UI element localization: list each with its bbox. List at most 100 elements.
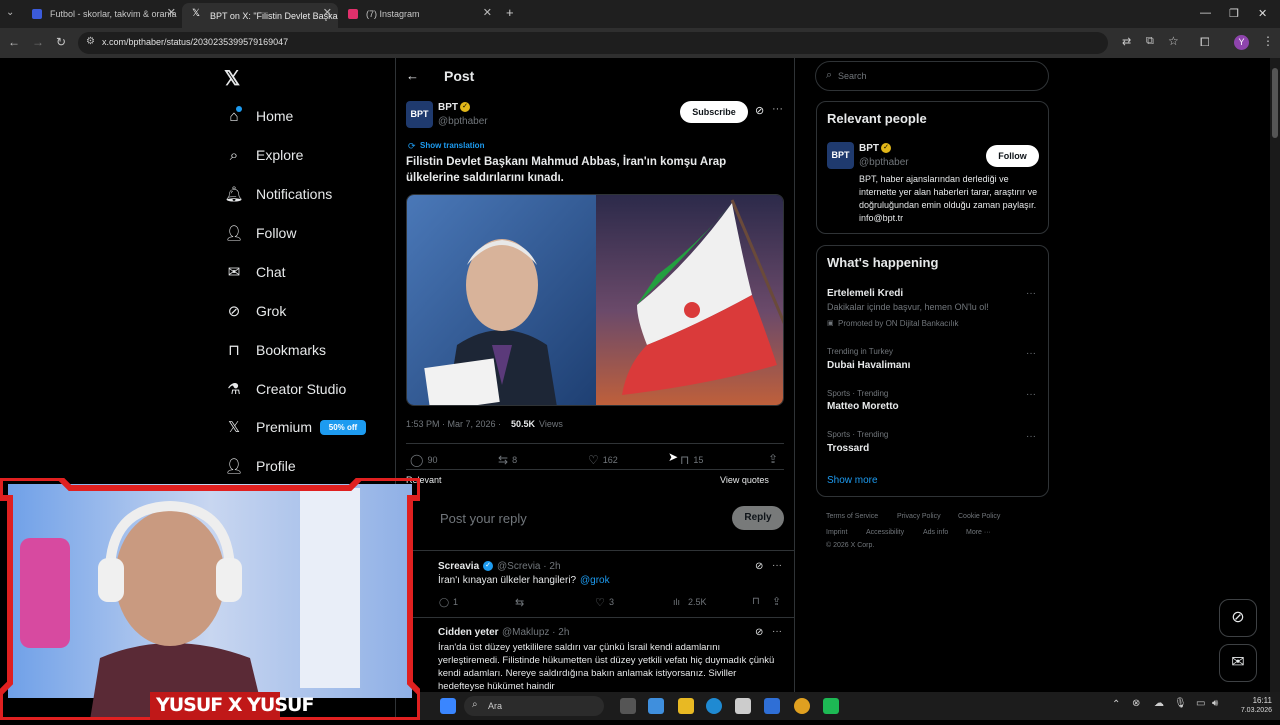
store-icon[interactable]: [735, 698, 751, 714]
minimize-icon[interactable]: —: [1200, 7, 1211, 19]
tab-futbol[interactable]: Futbol - skorlar, takvim & oranla ✕: [22, 3, 182, 25]
mention-link[interactable]: @grok: [580, 575, 610, 586]
subscribe-button[interactable]: Subscribe: [680, 101, 748, 123]
sidebar-item-premium[interactable]: 𝕏 Premium: [224, 416, 312, 438]
follow-button[interactable]: Follow: [986, 145, 1039, 167]
tray-volume-icon[interactable]: 🔊︎: [1212, 698, 1218, 709]
back-icon[interactable]: ←: [8, 35, 20, 49]
grok-icon[interactable]: ⊘: [755, 627, 763, 638]
footer-link[interactable]: Imprint: [826, 529, 847, 536]
sidebar-item-follow[interactable]: 👤︎ Follow: [224, 222, 296, 244]
clock-time[interactable]: 16:11: [1236, 696, 1272, 705]
close-icon[interactable]: ✕: [483, 6, 492, 19]
scrollbar-thumb[interactable]: [1272, 68, 1278, 138]
sidebar-item-profile[interactable]: 👤︎ Profile: [224, 455, 295, 477]
avatar[interactable]: BPT: [406, 101, 433, 128]
author-handle[interactable]: @bpthaber: [438, 116, 488, 127]
share-icon[interactable]: ⇪: [772, 595, 781, 608]
file-explorer-icon[interactable]: [678, 698, 694, 714]
footer-link[interactable]: Accessibility: [866, 529, 904, 536]
app-icon[interactable]: [764, 698, 780, 714]
share-icon[interactable]: ⇪: [768, 452, 778, 466]
reply-author-name[interactable]: Cidden yeter: [438, 627, 499, 638]
more-dots-icon[interactable]: ···: [772, 626, 782, 637]
windows-start-icon[interactable]: [440, 698, 456, 714]
sidebar-item-bookmarks[interactable]: ⊓ Bookmarks: [224, 339, 326, 361]
restore-icon[interactable]: ❐: [1229, 7, 1239, 20]
views-icon[interactable]: ılı: [673, 597, 680, 607]
reload-icon[interactable]: ↻: [56, 35, 66, 49]
sidebar-item-notifications[interactable]: 🔔︎ Notifications: [224, 183, 332, 205]
menu-dots-icon[interactable]: ⋮: [1262, 34, 1274, 48]
edge-icon[interactable]: [706, 698, 722, 714]
grok-icon[interactable]: ⊘: [755, 561, 763, 572]
reply-input[interactable]: Post your reply: [440, 511, 527, 526]
premium-discount-badge[interactable]: 50% off: [320, 420, 366, 435]
sidebar-item-creator-studio[interactable]: ⚗ Creator Studio: [224, 378, 346, 400]
footer-link[interactable]: Terms of Service: [826, 513, 878, 520]
more-dots-icon[interactable]: ···: [772, 103, 783, 115]
footer-link[interactable]: More ···: [966, 529, 991, 536]
reply-icon[interactable]: ◯: [439, 597, 449, 608]
tray-mic-icon[interactable]: 🎙︎: [1174, 698, 1187, 709]
grok-icon[interactable]: ⊘: [755, 104, 764, 117]
post-timestamp[interactable]: 1:53 PM · Mar 7, 2026 ·: [406, 419, 501, 429]
show-translation-link[interactable]: Show translation: [420, 141, 484, 150]
close-icon[interactable]: ✕: [323, 6, 332, 19]
heart-icon[interactable]: ♡: [595, 596, 605, 609]
profile-avatar-icon[interactable]: Y: [1234, 35, 1249, 50]
tab-list-icon[interactable]: ⌄: [6, 7, 14, 18]
close-icon[interactable]: ✕: [167, 6, 176, 19]
repost-action[interactable]: ⇆ 8: [498, 453, 517, 467]
author-name[interactable]: BPT: [438, 102, 458, 113]
reply-action[interactable]: ◯ 90: [410, 453, 437, 467]
scrollbar[interactable]: [1270, 58, 1280, 692]
forward-icon[interactable]: →: [32, 35, 44, 49]
window-close-icon[interactable]: ✕: [1258, 7, 1267, 20]
tab-instagram[interactable]: (7) Instagram ✕: [338, 3, 498, 25]
back-arrow-icon[interactable]: ←: [406, 68, 419, 83]
app-green-icon[interactable]: [823, 698, 839, 714]
new-tab-icon[interactable]: +: [506, 5, 514, 20]
x-logo-icon[interactable]: 𝕏: [224, 66, 240, 91]
task-view-icon[interactable]: [620, 698, 636, 714]
site-info-icon[interactable]: ⚙: [86, 36, 95, 47]
copilot-icon[interactable]: [648, 698, 664, 714]
translate-icon[interactable]: ⇄: [1122, 35, 1131, 48]
clock-date[interactable]: 7.03.2026: [1232, 707, 1272, 714]
view-quotes-link[interactable]: View quotes: [720, 475, 769, 485]
show-more-link[interactable]: Show more: [827, 475, 878, 486]
sidebar-item-explore[interactable]: ⌕ Explore: [224, 144, 304, 166]
chrome-icon[interactable]: [794, 698, 810, 714]
extensions-icon[interactable]: ⧠: [1200, 35, 1210, 50]
bookmark-star-icon[interactable]: ☆: [1168, 34, 1179, 48]
messages-float-button[interactable]: ✉: [1219, 644, 1257, 682]
tray-app-icon[interactable]: ⊗: [1132, 698, 1140, 709]
more-dots-icon[interactable]: ···: [1026, 431, 1036, 442]
install-icon[interactable]: ⧉: [1146, 35, 1154, 48]
url-field[interactable]: ⚙ x.com/bpthaber/status/2030235399579169…: [78, 32, 1179, 54]
tab-bpt-x[interactable]: 𝕏 BPT on X: "Filistin Devlet Başka ✕: [182, 3, 338, 28]
taskbar-search[interactable]: ⌕ Ara: [464, 696, 604, 716]
footer-link[interactable]: Ads info: [923, 529, 948, 536]
grok-float-button[interactable]: ⊘: [1219, 599, 1257, 637]
reply-author-name[interactable]: Screavia: [438, 561, 479, 572]
sidebar-item-home[interactable]: ⌂ Home: [224, 105, 293, 127]
footer-link[interactable]: Privacy Policy: [897, 513, 941, 520]
person-name[interactable]: BPT: [859, 143, 879, 154]
search-input[interactable]: ⌕ Search: [815, 61, 1049, 91]
bookmark-icon[interactable]: ⊓: [752, 596, 760, 607]
sidebar-item-grok[interactable]: ⊘ Grok: [224, 300, 287, 322]
bookmark-action[interactable]: ⊓ 15: [680, 453, 703, 467]
like-action[interactable]: ♡ 162: [588, 453, 618, 467]
tray-chevron-icon[interactable]: ⌃: [1112, 699, 1120, 710]
tray-cloud-icon[interactable]: ☁: [1154, 698, 1164, 709]
tray-network-icon[interactable]: ▭: [1196, 698, 1205, 709]
avatar[interactable]: BPT: [827, 142, 854, 169]
post-image[interactable]: [406, 194, 784, 406]
more-dots-icon[interactable]: ···: [1026, 288, 1036, 299]
footer-link[interactable]: Cookie Policy: [958, 513, 1000, 520]
reply-button[interactable]: Reply: [732, 506, 784, 530]
sidebar-item-chat[interactable]: ✉ Chat: [224, 261, 286, 283]
person-handle[interactable]: @bpthaber: [859, 157, 909, 168]
